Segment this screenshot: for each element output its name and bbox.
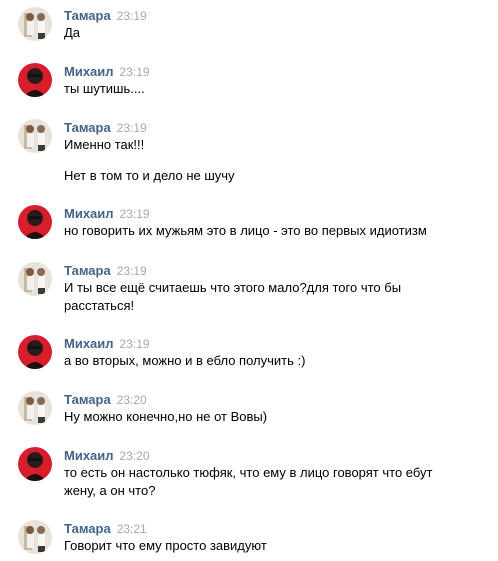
avatar-photo-light-icon xyxy=(18,262,52,296)
timestamp[interactable]: 23:20 xyxy=(117,393,147,407)
author-name[interactable]: Тамара xyxy=(64,521,111,536)
avatar-photo-light-icon xyxy=(18,520,52,554)
message-text: Нет в том то и дело не шучу xyxy=(64,168,235,183)
avatar-photo-light-icon xyxy=(18,7,52,41)
message-text: Именно так!!! xyxy=(64,137,145,152)
avatar-tamara[interactable] xyxy=(18,262,52,296)
message-text: расстаться! xyxy=(64,298,135,313)
timestamp[interactable]: 23:19 xyxy=(117,9,147,23)
avatar-photo-red-icon xyxy=(18,63,52,97)
message-text: ты шутишь.... xyxy=(64,81,145,96)
message-text: а во вторых, можно и в ебло получить :) xyxy=(64,353,306,368)
author-name[interactable]: Тамара xyxy=(64,263,111,278)
timestamp[interactable]: 23:20 xyxy=(120,449,150,463)
avatar-mikhail[interactable] xyxy=(18,63,52,97)
author-name[interactable]: Михаил xyxy=(64,336,114,351)
avatar-photo-light-icon xyxy=(18,119,52,153)
author-name[interactable]: Тамара xyxy=(64,392,111,407)
message-feed: Тамара 23:19 Да Михаил 23:19 ты шутишь.... xyxy=(0,0,498,561)
author-name[interactable]: Михаил xyxy=(64,448,114,463)
timestamp[interactable]: 23:19 xyxy=(117,264,147,278)
avatar-photo-light-icon xyxy=(18,391,52,425)
message-text: жену, а он что? xyxy=(64,483,156,498)
author-name[interactable]: Тамара xyxy=(64,8,111,23)
avatar-photo-red-icon xyxy=(18,335,52,369)
timestamp[interactable]: 23:19 xyxy=(120,337,150,351)
timestamp[interactable]: 23:19 xyxy=(120,207,150,221)
timestamp[interactable]: 23:19 xyxy=(120,65,150,79)
message-text: то есть он настолько тюфяк, что ему в ли… xyxy=(64,465,433,480)
avatar-tamara[interactable] xyxy=(18,119,52,153)
message-text: Да xyxy=(64,25,81,40)
message-text: И ты все ещё считаешь что этого мало?для… xyxy=(64,280,402,295)
message-text: Ну можно конечно,но не от Вовы) xyxy=(64,409,268,424)
avatar-photo-red-icon xyxy=(18,447,52,481)
timestamp[interactable]: 23:21 xyxy=(117,522,147,536)
author-name[interactable]: Михаил xyxy=(64,206,114,221)
avatar-tamara[interactable] xyxy=(18,7,52,41)
avatar-photo-red-icon xyxy=(18,205,52,239)
message-text: Говорит что ему просто завидуют xyxy=(64,538,267,553)
avatar-tamara[interactable] xyxy=(18,520,52,554)
avatar-mikhail[interactable] xyxy=(18,335,52,369)
author-name[interactable]: Тамара xyxy=(64,120,111,135)
avatar-mikhail[interactable] xyxy=(18,205,52,239)
timestamp[interactable]: 23:19 xyxy=(117,121,147,135)
avatar-mikhail[interactable] xyxy=(18,447,52,481)
author-name[interactable]: Михаил xyxy=(64,64,114,79)
message-text: но говорить их мужьям это в лицо - это в… xyxy=(64,223,427,238)
avatar-tamara[interactable] xyxy=(18,391,52,425)
